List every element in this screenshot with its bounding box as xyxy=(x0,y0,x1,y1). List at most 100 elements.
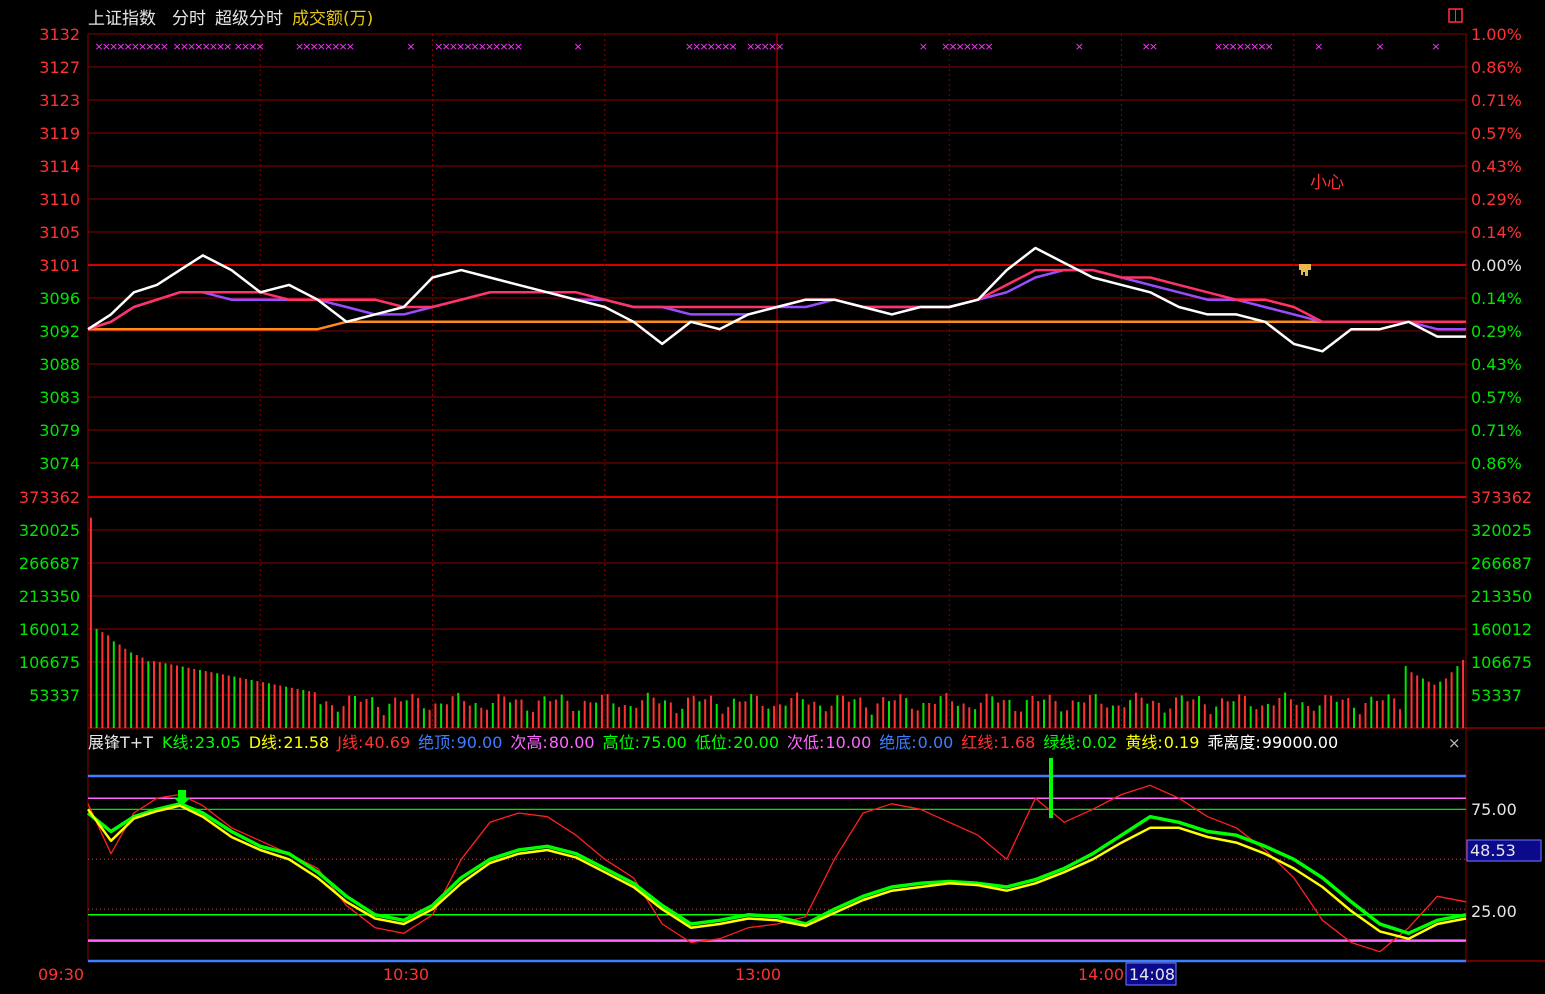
volume-label: 成交额(万) xyxy=(292,9,373,29)
signal-marker: × xyxy=(1314,40,1323,53)
percent-tick: 0.71% xyxy=(1471,421,1522,440)
indicator-label: 次高: xyxy=(510,733,547,752)
svg-text:14:08: 14:08 xyxy=(1129,965,1175,984)
signal-marker: × xyxy=(406,40,415,53)
percent-tick: 0.29% xyxy=(1471,322,1522,341)
percent-tick: 0.29% xyxy=(1471,190,1522,209)
signal-marker: × xyxy=(573,40,582,53)
indicator-value: 1.68 xyxy=(1000,733,1036,752)
indicator-legend: K线: 23.05 D线: 21.58 J线: 40.69 绝顶: 90.00 次高: 80.00… xyxy=(162,733,1338,752)
volume-tick-right: 160012 xyxy=(1471,620,1532,639)
volume-tick-left: 106675 xyxy=(19,653,80,672)
svg-text:48.53: 48.53 xyxy=(1470,841,1516,860)
volume-tick-left: 53337 xyxy=(29,686,80,705)
signal-marker: × xyxy=(160,40,169,53)
signal-markers: ×××××××××× ×××××××× ×××× ×××××××× × ×××××××××… xyxy=(95,40,1441,53)
indicator-value: 80.00 xyxy=(549,733,595,752)
indicator-label: 高位: xyxy=(603,733,640,752)
volume-tick-right: 213350 xyxy=(1471,587,1532,606)
annotation-caution: 小心 xyxy=(1310,173,1344,193)
signal-marker: × xyxy=(728,40,737,53)
signal-marker: × xyxy=(514,40,523,53)
percent-tick: 0.86% xyxy=(1471,58,1522,77)
price-tick: 3123 xyxy=(39,91,80,110)
volume-tick-left: 213350 xyxy=(19,587,80,606)
time-cursor-badge: 14:08 xyxy=(1125,962,1177,986)
signal-marker: × xyxy=(985,40,994,53)
indicator-label: 低位: xyxy=(695,733,732,752)
indicator-label: 绝底: xyxy=(879,733,916,752)
percent-tick: 0.86% xyxy=(1471,454,1522,473)
intraday-chart[interactable]: 上证指数 分时 超级分时 成交额(万) 3132 3127 3123 3119 3114… xyxy=(0,0,1545,990)
price-tick: 3083 xyxy=(39,388,80,407)
percent-tick: 0.57% xyxy=(1471,124,1522,143)
signal-marker: × xyxy=(1265,40,1274,53)
indicator-value: 0.02 xyxy=(1082,733,1118,752)
chart-window: 上证指数 分时 超级分时 成交额(万) 3132 3127 3123 3119 3114… xyxy=(0,0,1545,990)
percent-tick: 0.71% xyxy=(1471,91,1522,110)
percent-tick: 0.14% xyxy=(1471,223,1522,242)
indicator-value: 75.00 xyxy=(641,733,687,752)
indicator-value: 20.00 xyxy=(733,733,779,752)
indicator-value: 23.05 xyxy=(195,733,241,752)
signal-marker: × xyxy=(1375,40,1384,53)
index-title: 上证指数 xyxy=(88,9,156,29)
signal-marker: × xyxy=(1075,40,1084,53)
percent-tick: 0.57% xyxy=(1471,388,1522,407)
chart-background xyxy=(0,0,1545,990)
indicator-label: 绿线: xyxy=(1043,733,1080,752)
volume-tick-left: 266687 xyxy=(19,554,80,573)
indicator-value: 90.00 xyxy=(457,733,503,752)
percent-tick: 0.43% xyxy=(1471,157,1522,176)
time-label-0930: 09:30 xyxy=(38,965,84,984)
indicator-label: 黄线: xyxy=(1125,733,1162,752)
percent-tick: 0.14% xyxy=(1471,289,1522,308)
indicator-label: 乖离度: xyxy=(1207,733,1260,752)
volume-tick-right: 373362 xyxy=(1471,488,1532,507)
price-tick: 3088 xyxy=(39,355,80,374)
mode-super-intraday[interactable]: 超级分时 xyxy=(215,9,283,29)
price-tick: 3074 xyxy=(39,454,80,473)
indicator-tick-25: 25.00 xyxy=(1471,902,1517,921)
volume-tick-right: 106675 xyxy=(1471,653,1532,672)
indicator-value: 40.69 xyxy=(364,733,410,752)
signal-marker: × xyxy=(346,40,355,53)
percent-tick: 0.43% xyxy=(1471,355,1522,374)
price-tick: 3105 xyxy=(39,223,80,242)
percent-tick: 0.00% xyxy=(1471,256,1522,275)
indicator-value: 0.19 xyxy=(1164,733,1200,752)
price-tick: 3114 xyxy=(39,157,80,176)
volume-tick-right: 53337 xyxy=(1471,686,1522,705)
percent-tick: 1.00% xyxy=(1471,25,1522,44)
cursor-value-badge: 48.53 xyxy=(1466,839,1542,862)
indicator-value: 0.00 xyxy=(918,733,954,752)
time-label-1400: 14:00 xyxy=(1078,965,1124,984)
price-tick: 3101 xyxy=(39,256,80,275)
indicator-value: 21.58 xyxy=(283,733,329,752)
signal-marker: × xyxy=(1149,40,1158,53)
mode-intraday[interactable]: 分时 xyxy=(172,9,206,29)
signal-marker: × xyxy=(223,40,232,53)
price-tick: 3096 xyxy=(39,289,80,308)
time-label-1030: 10:30 xyxy=(383,965,429,984)
volume-tick-left: 373362 xyxy=(19,488,80,507)
indicator-tick-75: 75.00 xyxy=(1471,800,1517,819)
volume-tick-left: 160012 xyxy=(19,620,80,639)
indicator-label: 绝顶: xyxy=(418,733,455,752)
indicator-label: J线: xyxy=(336,733,363,752)
time-label-1300: 13:00 xyxy=(735,965,781,984)
indicator-label: 红线: xyxy=(961,733,998,752)
close-indicator-icon[interactable]: × xyxy=(1448,734,1461,752)
signal-marker: × xyxy=(255,40,264,53)
volume-tick-left: 320025 xyxy=(19,521,80,540)
volume-tick-right: 266687 xyxy=(1471,554,1532,573)
price-tick: 3110 xyxy=(39,190,80,209)
indicator-value: 99000.00 xyxy=(1262,733,1338,752)
indicator-label: D线: xyxy=(249,733,283,752)
indicator-label: K线: xyxy=(162,733,194,752)
indicator-label: 次低: xyxy=(787,733,824,752)
indicator-name: 展锋T+T xyxy=(88,733,153,752)
indicator-value: 10.00 xyxy=(825,733,871,752)
signal-marker: × xyxy=(1431,40,1440,53)
price-tick: 3079 xyxy=(39,421,80,440)
